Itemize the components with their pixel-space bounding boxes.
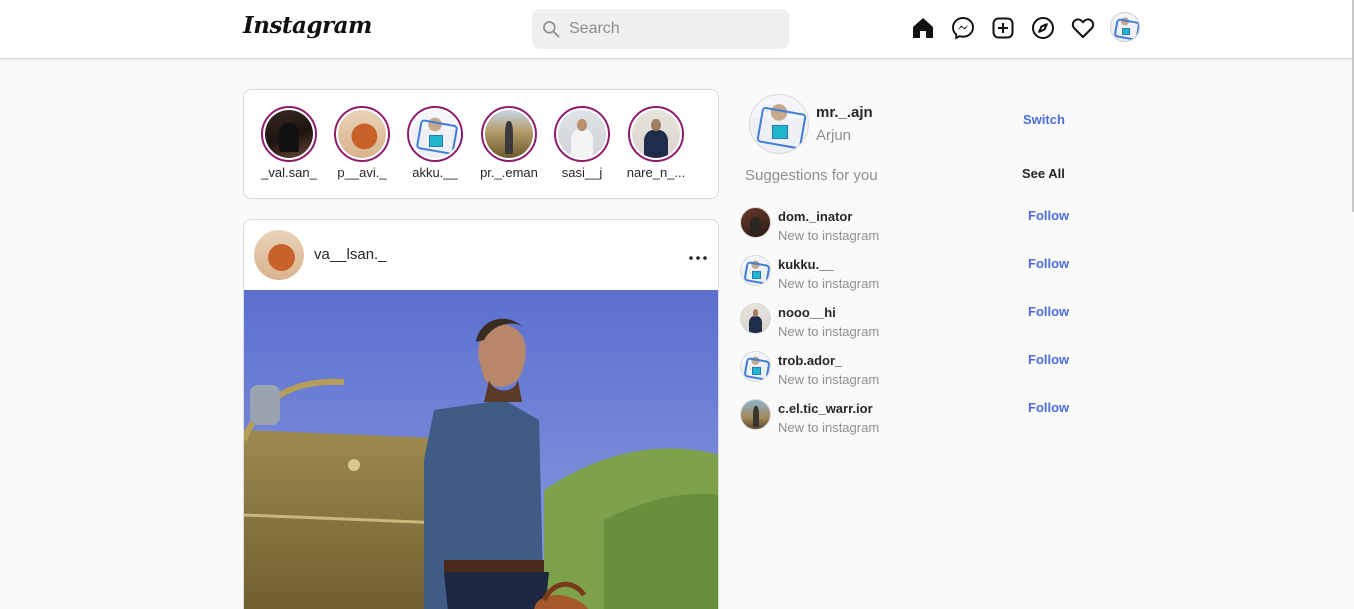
current-user-avatar[interactable] — [749, 94, 809, 154]
suggestion-username[interactable]: kukku.__ — [778, 257, 834, 272]
story-item[interactable]: nare_n_... — [625, 106, 687, 180]
story-ring — [407, 106, 463, 162]
follow-button[interactable]: Follow — [1028, 256, 1069, 271]
suggestion-subtitle: New to instagram — [778, 324, 880, 339]
story-ring — [628, 106, 684, 162]
nav-icons — [910, 12, 1140, 42]
suggestion-username[interactable]: trob.ador_ — [778, 353, 842, 368]
activity-heart-icon[interactable] — [1070, 15, 1096, 41]
home-icon[interactable] — [910, 15, 936, 41]
story-ring — [481, 106, 537, 162]
post-author-avatar[interactable] — [254, 230, 304, 280]
story-item[interactable]: pr._.eman — [478, 106, 540, 180]
follow-button[interactable]: Follow — [1028, 400, 1069, 415]
more-horizontal-icon[interactable] — [688, 250, 708, 266]
story-username: nare_n_... — [626, 165, 686, 180]
suggestion-username[interactable]: c.el.tic_warr.ior — [778, 401, 873, 416]
current-user-username[interactable]: mr._.ajn — [816, 104, 873, 121]
story-avatar — [265, 110, 313, 158]
story-username: sasi__j — [561, 165, 603, 180]
story-ring — [334, 106, 390, 162]
suggestion-avatar[interactable] — [740, 351, 771, 382]
suggestion-avatar[interactable] — [740, 207, 771, 238]
suggestion-subtitle: New to instagram — [778, 372, 880, 387]
profile-avatar[interactable] — [1110, 12, 1140, 42]
story-avatar — [632, 110, 680, 158]
stories-tray: _val.san_ p__avi._ akku.__ pr._.eman sas… — [243, 89, 719, 199]
post-author-username[interactable]: va__lsan._ — [314, 246, 387, 263]
story-username: p__avi._ — [337, 165, 387, 180]
story-ring — [554, 106, 610, 162]
switch-account-button[interactable]: Switch — [1023, 112, 1065, 127]
suggestion-row: c.el.tic_warr.ior New to instagram Follo… — [740, 399, 1080, 443]
suggestion-subtitle: New to instagram — [778, 276, 880, 291]
story-item[interactable]: akku.__ — [404, 106, 466, 180]
search-input[interactable] — [569, 20, 769, 38]
instagram-logo[interactable]: Instagram — [243, 12, 372, 39]
story-item[interactable]: p__avi._ — [331, 106, 393, 180]
story-ring — [261, 106, 317, 162]
current-user-fullname: Arjun — [816, 127, 852, 144]
top-navbar: Instagram — [0, 0, 1354, 59]
post-header: va__lsan._ — [244, 220, 718, 290]
follow-button[interactable]: Follow — [1028, 352, 1069, 367]
suggestion-row: dom._inator New to instagram Follow — [740, 207, 1080, 251]
suggestions-title: Suggestions for you — [745, 167, 878, 184]
suggestion-username[interactable]: dom._inator — [778, 209, 852, 224]
suggestion-subtitle: New to instagram — [778, 228, 880, 243]
suggestion-row: kukku.__ New to instagram Follow — [740, 255, 1080, 299]
story-item[interactable]: _val.san_ — [258, 106, 320, 180]
story-avatar — [485, 110, 533, 158]
suggestion-row: trob.ador_ New to instagram Follow — [740, 351, 1080, 395]
suggestion-subtitle: New to instagram — [778, 420, 880, 435]
story-username: _val.san_ — [261, 165, 317, 180]
see-all-button[interactable]: See All — [1022, 166, 1065, 181]
story-avatar — [558, 110, 606, 158]
feed-post: va__lsan._ — [243, 219, 719, 609]
post-photo — [244, 290, 718, 609]
story-username: pr._.eman — [480, 165, 538, 180]
story-item[interactable]: sasi__j — [551, 106, 613, 180]
search-icon — [543, 21, 560, 38]
new-post-icon[interactable] — [990, 15, 1016, 41]
story-username: akku.__ — [412, 165, 458, 180]
search-box[interactable] — [532, 9, 789, 49]
suggestion-avatar[interactable] — [740, 399, 771, 430]
follow-button[interactable]: Follow — [1028, 304, 1069, 319]
suggestion-username[interactable]: nooo__hi — [778, 305, 836, 320]
post-image[interactable] — [244, 290, 718, 609]
story-avatar — [338, 110, 386, 158]
suggestion-avatar[interactable] — [740, 303, 771, 334]
suggestion-avatar[interactable] — [740, 255, 771, 286]
explore-icon[interactable] — [1030, 15, 1056, 41]
suggestion-row: nooo__hi New to instagram Follow — [740, 303, 1080, 347]
follow-button[interactable]: Follow — [1028, 208, 1069, 223]
messenger-icon[interactable] — [950, 15, 976, 41]
story-avatar — [411, 110, 459, 158]
